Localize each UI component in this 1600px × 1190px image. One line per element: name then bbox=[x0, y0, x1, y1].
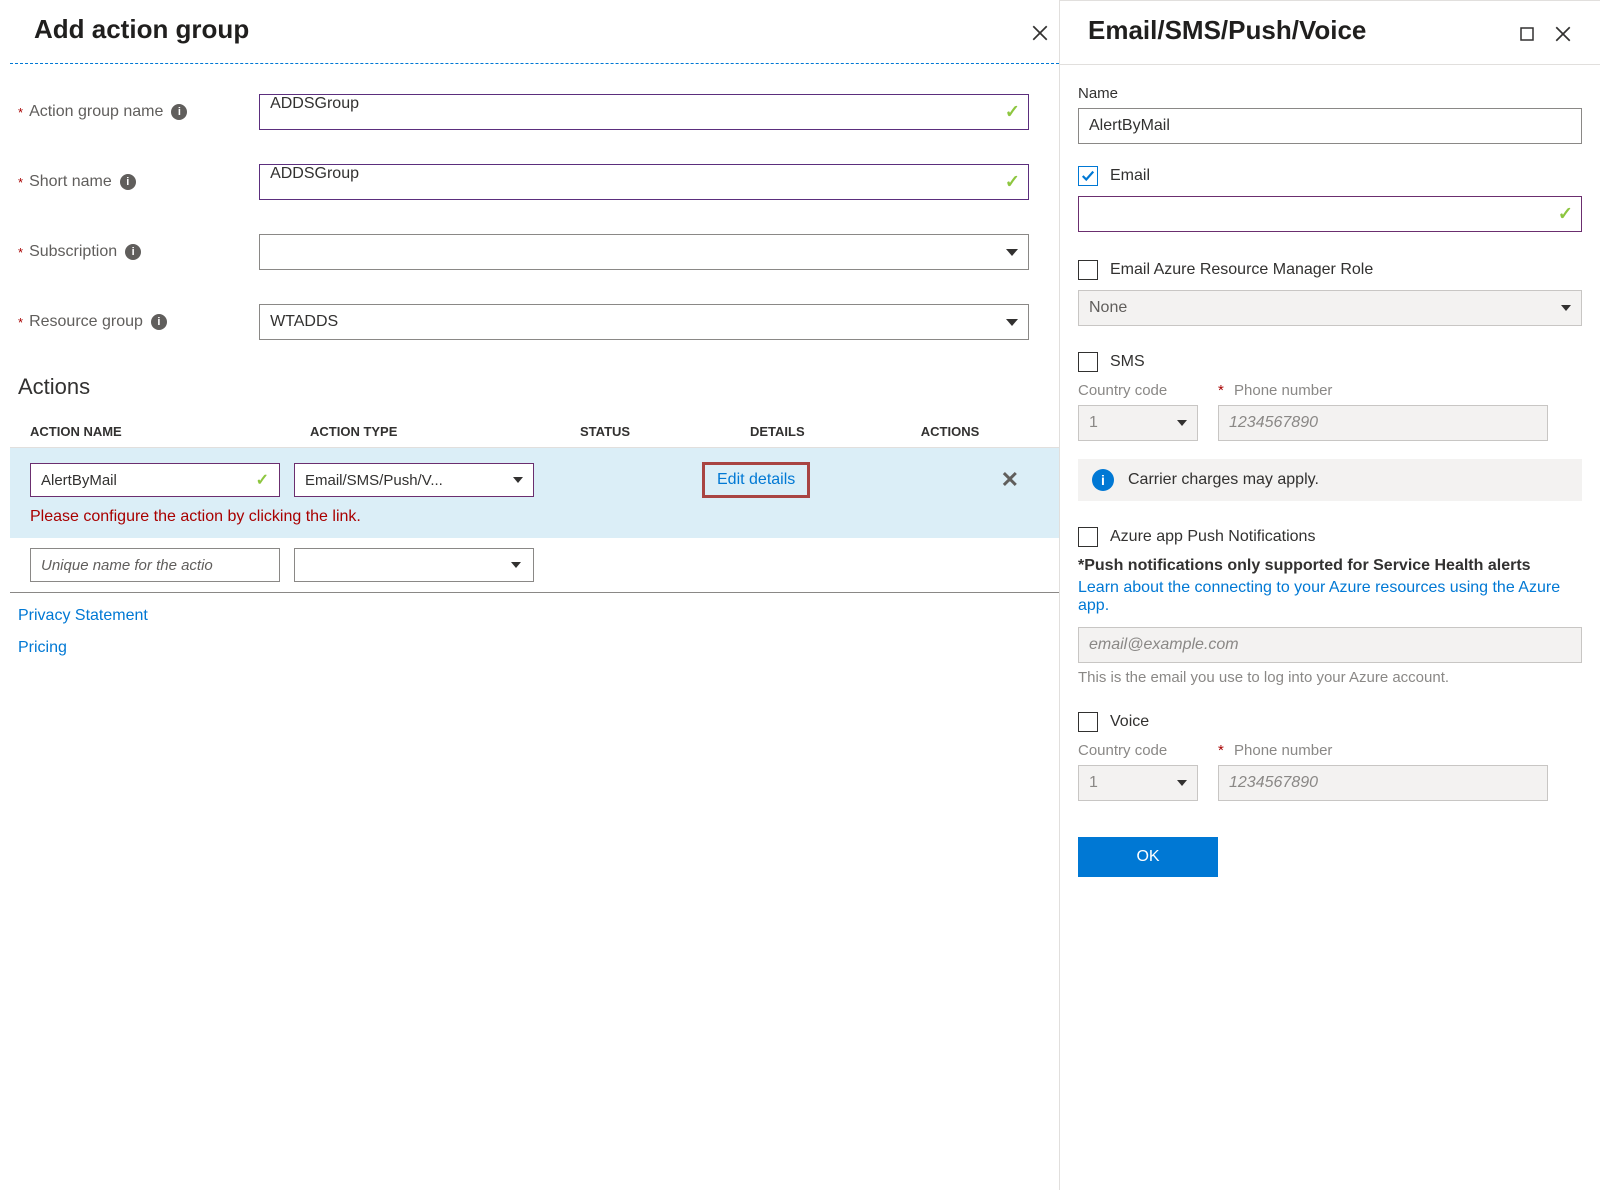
arm-role-select[interactable]: None bbox=[1078, 290, 1582, 326]
voice-checkbox-label: Voice bbox=[1110, 713, 1149, 731]
col-status: STATUS bbox=[580, 424, 750, 439]
privacy-statement-link[interactable]: Privacy Statement bbox=[18, 607, 1059, 625]
subscription-label: Subscription i bbox=[29, 243, 259, 261]
action-name-input[interactable]: Unique name for the actio bbox=[30, 548, 280, 582]
sms-checkbox-label: SMS bbox=[1110, 353, 1145, 371]
action-type-select[interactable] bbox=[294, 548, 534, 582]
table-row: AlertByMail ✓ Email/SMS/Push/V... Edit d… bbox=[10, 447, 1059, 538]
action-name-input[interactable]: AlertByMail ✓ bbox=[30, 463, 280, 497]
info-icon[interactable]: i bbox=[151, 314, 167, 330]
left-panel-title: Add action group bbox=[34, 14, 249, 45]
name-label: Name bbox=[1078, 85, 1582, 102]
arm-role-checkbox-label: Email Azure Resource Manager Role bbox=[1110, 261, 1373, 279]
chevron-down-icon bbox=[1006, 249, 1018, 256]
country-code-label: Country code bbox=[1078, 742, 1198, 759]
name-input[interactable]: AlertByMail bbox=[1078, 108, 1582, 144]
sms-phone-input[interactable]: 1234567890 bbox=[1218, 405, 1548, 441]
phone-number-label: * Phone number bbox=[1218, 742, 1548, 759]
country-code-label: Country code bbox=[1078, 382, 1198, 399]
maximize-icon[interactable] bbox=[1518, 25, 1536, 43]
push-checkbox[interactable] bbox=[1078, 527, 1098, 547]
validated-icon: ✓ bbox=[1558, 204, 1573, 225]
actions-heading: Actions bbox=[18, 374, 1059, 400]
voice-phone-input[interactable]: 1234567890 bbox=[1218, 765, 1548, 801]
actions-table: ACTION NAME ACTION TYPE STATUS DETAILS A… bbox=[10, 416, 1059, 593]
action-type-select[interactable]: Email/SMS/Push/V... bbox=[294, 463, 534, 497]
resource-group-label: Resource group i bbox=[29, 313, 259, 331]
info-icon[interactable]: i bbox=[120, 174, 136, 190]
col-action-type: ACTION TYPE bbox=[310, 424, 580, 439]
right-panel-title: Email/SMS/Push/Voice bbox=[1088, 15, 1366, 46]
edit-details-link[interactable]: Edit details bbox=[702, 462, 810, 498]
voice-checkbox[interactable] bbox=[1078, 712, 1098, 732]
separator bbox=[10, 63, 1059, 64]
phone-number-label: * Phone number bbox=[1218, 382, 1548, 399]
col-details: DETAILS bbox=[750, 424, 900, 439]
chevron-down-icon bbox=[511, 562, 521, 568]
voice-country-code-select[interactable]: 1 bbox=[1078, 765, 1198, 801]
ok-button[interactable]: OK bbox=[1078, 837, 1218, 877]
col-actions: ACTIONS bbox=[900, 424, 1000, 439]
carrier-info-text: Carrier charges may apply. bbox=[1128, 471, 1319, 489]
configure-error-text: Please configure the action by clicking … bbox=[30, 508, 1039, 526]
validated-icon: ✓ bbox=[256, 470, 269, 490]
validated-icon: ✓ bbox=[1005, 102, 1020, 123]
validated-icon: ✓ bbox=[1005, 172, 1020, 193]
add-action-group-panel: Add action group * Action group name i A… bbox=[0, 0, 1060, 1190]
info-icon: i bbox=[1092, 469, 1114, 491]
arm-role-checkbox[interactable] bbox=[1078, 260, 1098, 280]
separator bbox=[1060, 64, 1600, 65]
required-marker: * bbox=[18, 245, 23, 260]
subscription-select[interactable] bbox=[259, 234, 1029, 270]
close-icon[interactable] bbox=[1554, 25, 1572, 43]
chevron-down-icon bbox=[1177, 420, 1187, 426]
email-checkbox[interactable] bbox=[1078, 166, 1098, 186]
info-icon[interactable]: i bbox=[171, 104, 187, 120]
push-checkbox-label: Azure app Push Notifications bbox=[1110, 528, 1315, 546]
col-action-name: ACTION NAME bbox=[30, 424, 310, 439]
chevron-down-icon bbox=[1006, 319, 1018, 326]
push-email-input[interactable]: email@example.com bbox=[1078, 627, 1582, 663]
sms-country-code-select[interactable]: 1 bbox=[1078, 405, 1198, 441]
info-icon[interactable]: i bbox=[125, 244, 141, 260]
right-panel-header: Email/SMS/Push/Voice bbox=[1078, 11, 1582, 56]
carrier-info-banner: i Carrier charges may apply. bbox=[1078, 459, 1582, 501]
pricing-link[interactable]: Pricing bbox=[18, 639, 1059, 657]
email-input[interactable]: ✓ bbox=[1078, 196, 1582, 232]
remove-action-icon[interactable]: ✕ bbox=[1001, 467, 1019, 493]
close-icon[interactable] bbox=[1031, 24, 1049, 42]
table-row: Unique name for the actio bbox=[10, 538, 1059, 593]
required-marker: * bbox=[18, 315, 23, 330]
chevron-down-icon bbox=[513, 477, 523, 483]
action-group-name-input[interactable]: ADDSGroup ✓ bbox=[259, 94, 1029, 130]
action-group-name-label: Action group name i bbox=[29, 103, 259, 121]
chevron-down-icon bbox=[1177, 780, 1187, 786]
chevron-down-icon bbox=[1561, 305, 1571, 311]
sms-checkbox[interactable] bbox=[1078, 352, 1098, 372]
table-header: ACTION NAME ACTION TYPE STATUS DETAILS A… bbox=[10, 416, 1059, 447]
push-helper-text: This is the email you use to log into yo… bbox=[1078, 669, 1582, 686]
required-marker: * bbox=[18, 105, 23, 120]
email-sms-push-voice-panel: Email/SMS/Push/Voice Name AlertByMail Em… bbox=[1060, 0, 1600, 1190]
email-checkbox-label: Email bbox=[1110, 167, 1150, 185]
required-marker: * bbox=[18, 175, 23, 190]
short-name-label: Short name i bbox=[29, 173, 259, 191]
push-learn-link[interactable]: Learn about the connecting to your Azure… bbox=[1078, 579, 1582, 615]
short-name-input[interactable]: ADDSGroup ✓ bbox=[259, 164, 1029, 200]
left-panel-header: Add action group bbox=[10, 10, 1059, 55]
resource-group-select[interactable]: WTADDS bbox=[259, 304, 1029, 340]
push-note: *Push notifications only supported for S… bbox=[1078, 557, 1582, 575]
